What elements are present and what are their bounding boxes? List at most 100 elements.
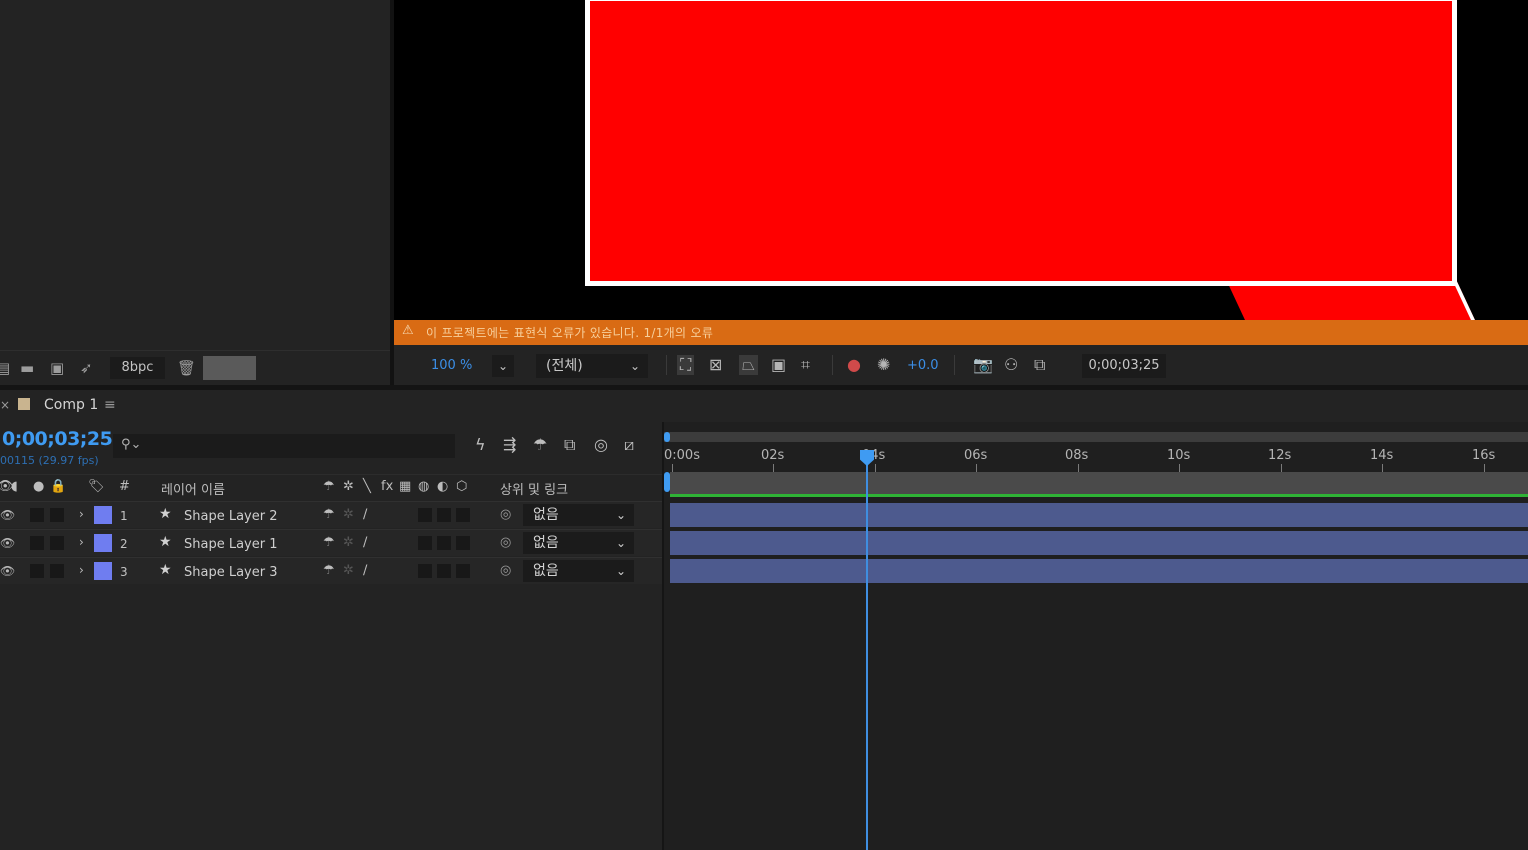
exposure-value[interactable]: +0.0 xyxy=(907,358,939,373)
pick-whip-icon[interactable]: ◎ xyxy=(500,535,511,550)
transparency-grid-icon[interactable]: ⊠ xyxy=(709,355,722,375)
panel-menu-icon[interactable]: ≡ xyxy=(104,397,116,413)
graph-editor-icon[interactable]: ⧄ xyxy=(624,435,634,455)
layer-duration-bar[interactable] xyxy=(670,531,1528,555)
parent-select[interactable]: 없음 ⌄ xyxy=(523,532,634,554)
trash-icon[interactable]: 🗑 xyxy=(177,359,196,377)
viewer-timecode[interactable]: 0;00;03;25 xyxy=(1082,354,1166,378)
motion-blur-toggle[interactable] xyxy=(418,536,432,550)
pick-whip-icon[interactable]: ◎ xyxy=(500,507,511,522)
collapse-switch-icon[interactable]: ✲ xyxy=(343,507,354,522)
audio-toggle[interactable] xyxy=(30,564,44,578)
shy-layers-icon[interactable]: ☂ xyxy=(533,435,547,454)
layer-search-input[interactable]: ⚲⌄ xyxy=(113,434,455,458)
bit-depth-button[interactable]: 8bpc xyxy=(110,357,165,379)
3d-toggle[interactable] xyxy=(456,508,470,522)
quality-switch-icon[interactable]: ∕ xyxy=(363,563,367,578)
layer-label-color[interactable] xyxy=(94,562,112,580)
layer-name[interactable]: Shape Layer 3 xyxy=(184,565,278,580)
motion-blur-toggle[interactable] xyxy=(418,508,432,522)
work-area-start-handle[interactable] xyxy=(664,472,670,492)
3d-toggle[interactable] xyxy=(456,536,470,550)
grid-guide-icon[interactable]: ⌗ xyxy=(801,355,810,375)
adjustment-toggle[interactable] xyxy=(437,564,451,578)
tab-comp[interactable]: Comp 1 xyxy=(44,397,98,413)
layer-row[interactable]: 👁 › 1 ★ Shape Layer 2 ☂ ✲ ∕ ◎ 없음 ⌄ xyxy=(0,501,662,528)
shy-switch-icon[interactable]: ☂ xyxy=(323,563,335,578)
shy-switch-icon[interactable]: ☂ xyxy=(323,507,335,522)
lock-toggle[interactable] xyxy=(50,536,64,550)
time-navigator[interactable] xyxy=(664,432,1528,442)
adjustment-toggle[interactable] xyxy=(437,508,451,522)
layer-duration-bar[interactable] xyxy=(670,559,1528,583)
expand-arrow-icon[interactable]: › xyxy=(79,535,84,549)
timeline-area[interactable]: 0:00s 02s 04s 06s 08s 10s 12s 14s 16s xyxy=(662,422,1528,850)
expand-arrow-icon[interactable]: › xyxy=(79,507,84,521)
eye-icon[interactable]: 👁 xyxy=(0,564,15,578)
comp-flowchart-icon[interactable]: ⇶ xyxy=(503,435,516,454)
composition-viewer[interactable] xyxy=(394,0,1528,320)
mask-visibility-icon[interactable]: ⏢ xyxy=(739,355,758,375)
layer-name[interactable]: Shape Layer 1 xyxy=(184,537,278,552)
quality-switch-icon[interactable]: ∕ xyxy=(363,535,367,550)
interpret-footage-icon[interactable]: ▤ xyxy=(0,359,10,377)
parent-select[interactable]: 없음 ⌄ xyxy=(523,560,634,582)
solo-icon[interactable]: ● xyxy=(33,479,44,494)
expression-error-bar[interactable]: ⚠ 이 프로젝트에는 표현식 오류가 있습니다. 1/1개의 오류 xyxy=(394,320,1528,345)
audio-toggle[interactable] xyxy=(30,536,44,550)
column-parent-link[interactable]: 상위 및 링크 xyxy=(500,479,568,498)
reset-exposure-icon[interactable]: ✺ xyxy=(877,355,890,375)
new-folder-icon[interactable]: ▬ xyxy=(20,359,34,377)
layer-label-color[interactable] xyxy=(94,534,112,552)
motion-blur-toggle[interactable] xyxy=(418,564,432,578)
audio-toggle[interactable] xyxy=(30,508,44,522)
current-time-display[interactable]: 0;00;03;25 xyxy=(2,428,113,450)
new-composition-icon[interactable]: ▣ xyxy=(50,359,64,377)
3d-switch-icon: ⬡ xyxy=(456,479,468,494)
pick-whip-icon[interactable]: ◎ xyxy=(500,563,511,578)
magnification-value[interactable]: 100 % xyxy=(431,358,472,373)
expand-arrow-icon[interactable]: › xyxy=(79,563,84,577)
layer-label-color[interactable] xyxy=(94,506,112,524)
shy-switch-icon[interactable]: ☂ xyxy=(323,535,335,550)
fast-previews-icon[interactable]: ⛶ xyxy=(677,355,695,375)
quality-switch-icon[interactable]: ∕ xyxy=(363,507,367,522)
3d-toggle[interactable] xyxy=(456,564,470,578)
flowchart-icon[interactable]: ⧉ xyxy=(1034,355,1045,375)
lightning-icon[interactable]: ϟ xyxy=(475,435,486,454)
resolution-select[interactable]: (전체) ⌄ xyxy=(536,354,648,378)
collapse-switch-icon[interactable]: ✲ xyxy=(343,563,354,578)
playhead-line[interactable] xyxy=(866,462,868,850)
work-area-bar[interactable] xyxy=(670,472,1528,496)
lock-icon[interactable]: 🔒 xyxy=(50,479,66,494)
show-snapshot-icon[interactable]: ⚇ xyxy=(1004,355,1018,375)
lock-toggle[interactable] xyxy=(50,564,64,578)
eye-icon[interactable]: 👁 xyxy=(0,508,15,522)
motion-blur-icon[interactable]: ◎ xyxy=(594,435,608,454)
adjustment-toggle[interactable] xyxy=(437,536,451,550)
layer-name[interactable]: Shape Layer 2 xyxy=(184,509,278,524)
region-of-interest-icon[interactable]: ▣ xyxy=(771,355,786,375)
layer-duration-bar[interactable] xyxy=(670,503,1528,527)
lock-toggle[interactable] xyxy=(50,508,64,522)
render-queue-icon[interactable]: ➶ xyxy=(80,359,93,377)
parent-select[interactable]: 없음 ⌄ xyxy=(523,504,634,526)
label-tag-icon[interactable]: 🏷 xyxy=(88,479,105,494)
layer-row[interactable]: 👁 › 3 ★ Shape Layer 3 ☂ ✲ ∕ ◎ 없음 ⌄ xyxy=(0,557,662,584)
column-layer-name[interactable]: 레이어 이름 xyxy=(161,479,225,498)
column-number[interactable]: # xyxy=(119,479,130,494)
eye-icon[interactable]: 👁 xyxy=(0,536,15,550)
layer-panel: 0;00;03;25 00115 (29.97 fps) ⚲⌄ ϟ ⇶ ☂ ⧉ … xyxy=(0,422,662,850)
magnification-dropdown[interactable]: ⌄ xyxy=(492,355,514,377)
channel-icon[interactable]: ● xyxy=(847,355,861,375)
snapshot-camera-icon[interactable]: 📷 xyxy=(973,355,993,375)
layer-row[interactable]: 👁 › 2 ★ Shape Layer 1 ☂ ✲ ∕ ◎ 없음 ⌄ xyxy=(0,529,662,556)
playhead-handle[interactable] xyxy=(860,450,874,466)
red-shape-layer-front[interactable] xyxy=(585,0,1457,286)
frame-blending-icon[interactable]: ⧉ xyxy=(564,435,575,455)
close-icon[interactable]: × xyxy=(0,398,10,412)
navigator-start-handle[interactable] xyxy=(664,432,670,442)
collapse-switch-icon[interactable]: ✲ xyxy=(343,535,354,550)
audio-toggle-icon[interactable]: ◖ xyxy=(11,479,18,494)
ruler-tick xyxy=(1382,464,1383,472)
